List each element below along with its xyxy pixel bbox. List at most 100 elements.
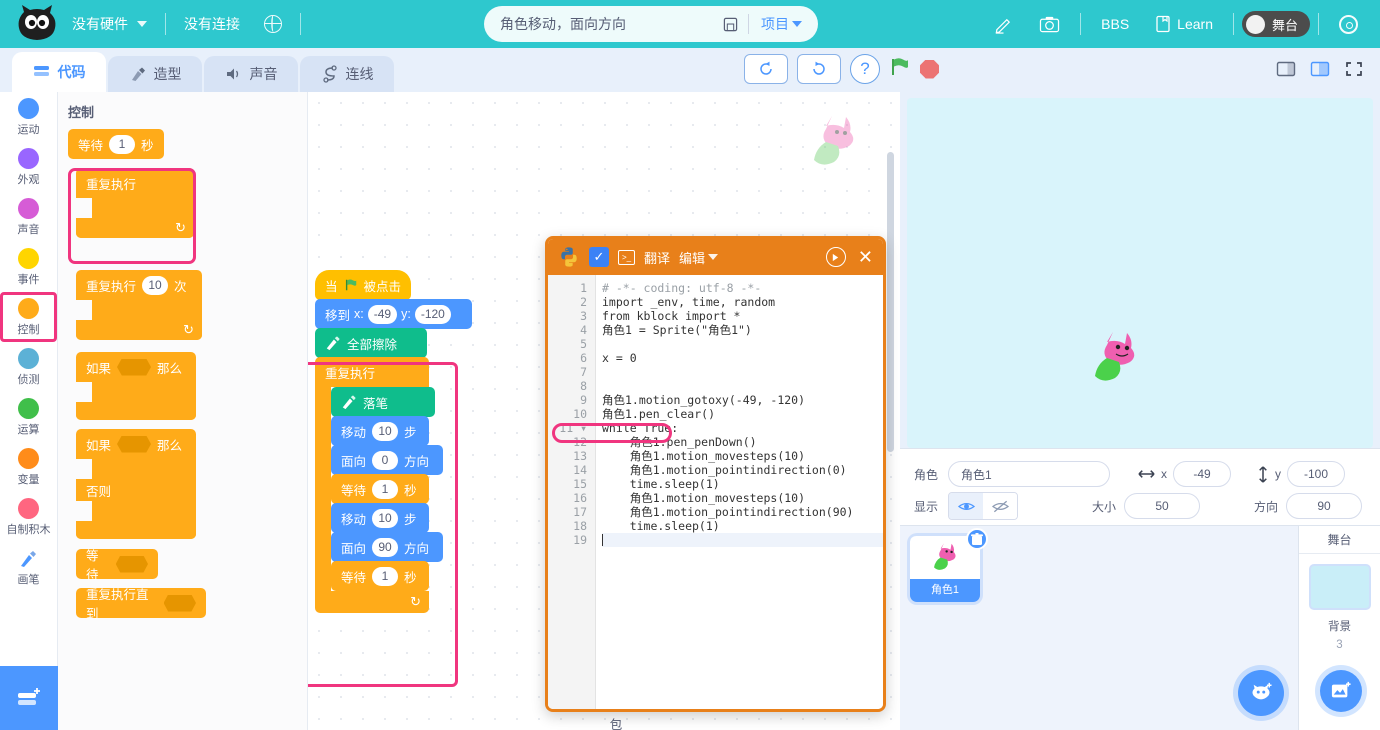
- sprite-list-pane[interactable]: 角色1: [900, 526, 1298, 730]
- direction-input[interactable]: 90: [1286, 493, 1363, 519]
- block-value-input[interactable]: 1: [109, 134, 136, 154]
- category-sound[interactable]: 声音: [0, 192, 57, 242]
- seconds-input[interactable]: 1: [372, 479, 399, 499]
- x-input[interactable]: -49: [1173, 461, 1231, 487]
- fullscreen-button[interactable]: [1340, 56, 1368, 82]
- category-my-blocks[interactable]: 自制积木: [0, 492, 57, 542]
- large-stage-button[interactable]: [1306, 56, 1334, 82]
- help-button[interactable]: ?: [850, 54, 880, 84]
- palette-repeat-block[interactable]: 重复执行 10 次 ↻: [76, 270, 202, 340]
- palette-if-else-block[interactable]: 如果 那么 否则: [76, 429, 196, 539]
- stop-button[interactable]: [920, 59, 939, 79]
- python-code-area[interactable]: 1 2 3 4 5 6 7 8 9 10 11 ▾ 12 13 14 15 16…: [548, 275, 883, 709]
- show-button[interactable]: [949, 493, 983, 519]
- globe-icon: [264, 15, 282, 33]
- forever-inner-stack[interactable]: 落笔 移动 10 步 面向 0 方向 等待 1 秒 移动 10 步 面向 90 …: [331, 387, 443, 591]
- screenshot-button[interactable]: [1027, 15, 1072, 34]
- sprite-card[interactable]: 角色1: [910, 528, 988, 602]
- seconds-input[interactable]: 1: [372, 566, 399, 586]
- sprite-name-input[interactable]: 角色1: [948, 461, 1110, 487]
- stage-sprite[interactable]: [1083, 328, 1147, 395]
- edit-menu[interactable]: 编辑: [679, 248, 705, 267]
- boolean-slot[interactable]: [117, 358, 152, 376]
- category-operators[interactable]: 运算: [0, 392, 57, 442]
- add-extension-button[interactable]: [0, 666, 58, 730]
- tab-sounds[interactable]: 声音: [204, 56, 298, 92]
- category-motion[interactable]: 运动: [0, 92, 57, 142]
- tab-costumes[interactable]: 造型: [108, 56, 202, 92]
- forever-block[interactable]: 重复执行: [315, 357, 429, 387]
- delete-sprite-button[interactable]: [966, 528, 988, 550]
- boolean-slot[interactable]: [117, 435, 152, 453]
- checkbox-toggle[interactable]: ✓: [589, 247, 609, 267]
- line-number-fold[interactable]: 11 ▾: [548, 421, 587, 435]
- wait-block[interactable]: 等待 1 秒: [331, 561, 429, 591]
- hardware-menu[interactable]: 没有硬件: [60, 14, 159, 34]
- point-direction-block[interactable]: 面向 0 方向: [331, 445, 443, 475]
- move-steps-block[interactable]: 移动 10 步: [331, 503, 429, 533]
- connection-status[interactable]: 没有连接: [172, 14, 252, 34]
- direction-input[interactable]: 0: [372, 450, 399, 470]
- save-icon[interactable]: [723, 17, 738, 32]
- bbs-link[interactable]: BBS: [1089, 16, 1141, 32]
- point-direction-block[interactable]: 面向 90 方向: [331, 532, 443, 562]
- steps-input[interactable]: 10: [372, 508, 399, 528]
- python-editor-window[interactable]: ✓ >_ 翻译 编辑 ✕ 1 2 3 4 5 6 7 8 9 10 11 ▾ 1…: [545, 236, 886, 712]
- block-palette[interactable]: 控制 等待 1 秒 重复执行 ↻ 重复执行 10 次 ↻ 如果 那么 如果 那么…: [58, 92, 308, 730]
- category-sensing[interactable]: 侦测: [0, 342, 57, 392]
- project-menu[interactable]: 项目: [761, 14, 802, 34]
- tab-code[interactable]: 代码: [12, 52, 106, 92]
- terminal-icon[interactable]: >_: [618, 249, 635, 265]
- canvas-scrollbar[interactable]: [887, 152, 894, 452]
- script-stack[interactable]: 当 被点击 移到 x: -49 y: -120 全部擦除 重复执行 落笔 移动 …: [315, 270, 472, 613]
- green-flag-button[interactable]: [889, 56, 911, 83]
- stage-selector-pane[interactable]: 舞台 背景 3: [1298, 526, 1380, 730]
- boolean-slot[interactable]: [115, 555, 148, 573]
- backdrop-thumbnail[interactable]: [1308, 564, 1371, 610]
- learn-link[interactable]: Learn: [1143, 15, 1225, 33]
- stage-mode-toggle[interactable]: 舞台: [1241, 11, 1310, 37]
- size-input[interactable]: 50: [1124, 493, 1201, 519]
- direction-input[interactable]: 90: [372, 537, 399, 557]
- category-looks[interactable]: 外观: [0, 142, 57, 192]
- category-pen[interactable]: 画笔: [0, 542, 57, 592]
- category-events[interactable]: 事件: [0, 242, 57, 292]
- category-dot: [18, 97, 39, 119]
- erase-all-block[interactable]: 全部擦除: [315, 328, 427, 358]
- redo-button[interactable]: [797, 54, 841, 84]
- category-label: 自制积木: [6, 523, 51, 536]
- small-stage-button[interactable]: [1272, 56, 1300, 82]
- x-input[interactable]: -49: [367, 304, 398, 324]
- undo-button[interactable]: [744, 54, 788, 84]
- when-flag-clicked-block[interactable]: 当 被点击: [315, 270, 411, 300]
- palette-forever-block[interactable]: 重复执行 ↻: [76, 168, 194, 238]
- y-input[interactable]: -100: [1287, 461, 1345, 487]
- hide-button[interactable]: [983, 493, 1017, 519]
- add-sprite-button[interactable]: [1238, 670, 1284, 716]
- run-button[interactable]: [825, 247, 846, 267]
- add-backdrop-button[interactable]: [1320, 670, 1362, 712]
- wait-block[interactable]: 等待 1 秒: [331, 474, 429, 504]
- tab-wiring[interactable]: 连线: [300, 56, 394, 92]
- translate-button[interactable]: 翻译: [644, 248, 670, 267]
- language-button[interactable]: [252, 15, 294, 33]
- palette-wait-until-block[interactable]: 等待: [76, 549, 158, 582]
- category-control[interactable]: 控制: [0, 292, 57, 342]
- palette-repeat-until-block[interactable]: 重复执行直到: [76, 588, 206, 621]
- move-steps-block[interactable]: 移动 10 步: [331, 416, 429, 446]
- y-input[interactable]: -120: [414, 304, 451, 324]
- stage-canvas[interactable]: [907, 98, 1373, 448]
- edit-button[interactable]: [982, 15, 1025, 34]
- block-value-input[interactable]: 10: [142, 275, 169, 295]
- boolean-slot[interactable]: [163, 594, 196, 612]
- palette-wait-block[interactable]: 等待 1 秒: [68, 129, 164, 159]
- settings-button[interactable]: [1327, 14, 1370, 34]
- goto-xy-block[interactable]: 移到 x: -49 y: -120: [315, 299, 472, 329]
- pen-down-block[interactable]: 落笔: [331, 387, 435, 417]
- steps-input[interactable]: 10: [372, 421, 399, 441]
- category-variables[interactable]: 变量: [0, 442, 57, 492]
- close-button[interactable]: ✕: [858, 248, 873, 266]
- app-logo-icon[interactable]: [14, 4, 60, 44]
- code-lines[interactable]: # -*- coding: utf-8 -*- import _env, tim…: [596, 275, 883, 709]
- palette-if-block[interactable]: 如果 那么: [76, 352, 196, 420]
